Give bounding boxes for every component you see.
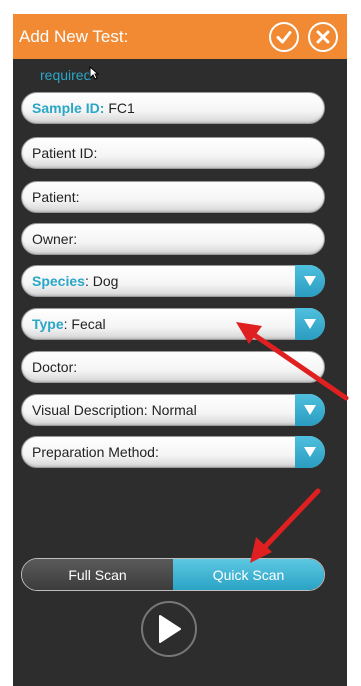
species-select[interactable]: Species : Dog [21,265,325,297]
species-label: Species [32,273,85,289]
type-value: : Fecal [63,316,106,332]
sample-id-value: FC1 [108,100,135,116]
visual-description-dropdown-button[interactable] [295,394,325,426]
start-scan-button[interactable] [141,601,197,657]
visual-description-label: Visual Description: Normal [32,402,197,418]
doctor-label: Doctor: [32,359,78,375]
patient-id-field[interactable]: Patient ID: [21,137,325,169]
sample-id-field[interactable]: Sample ID: FC1 [21,92,325,124]
visual-description-select[interactable]: Visual Description: Normal [21,394,325,426]
preparation-method-dropdown-button[interactable] [295,436,325,468]
patient-field[interactable]: Patient: [21,181,325,213]
add-test-panel: Add New Test: required Sample ID: FC1 Pa… [13,14,347,686]
required-note: required [40,67,92,83]
dialog-header: Add New Test: [13,14,347,59]
dialog-title: Add New Test: [19,26,129,46]
species-value: : Dog [84,273,119,289]
preparation-method-label: Preparation Method: [32,444,159,460]
type-dropdown-button[interactable] [295,308,325,340]
chevron-down-icon [304,319,316,329]
owner-label: Owner: [32,231,78,247]
type-label: Type [32,316,64,332]
owner-field[interactable]: Owner: [21,223,325,255]
preparation-method-select[interactable]: Preparation Method: [21,436,325,468]
patient-id-label: Patient ID: [32,145,98,161]
checkmark-icon [276,30,292,43]
species-dropdown-button[interactable] [295,265,325,297]
patient-label: Patient: [32,189,80,205]
doctor-field[interactable]: Doctor: [21,351,325,383]
mouse-cursor-icon [89,66,99,80]
chevron-down-icon [304,276,316,286]
confirm-button[interactable] [269,21,299,52]
play-icon [159,615,181,643]
chevron-down-icon [304,405,316,415]
type-select[interactable]: Type : Fecal [21,308,325,340]
chevron-down-icon [304,447,316,457]
quick-scan-button[interactable]: Quick Scan [173,559,324,590]
full-scan-button[interactable]: Full Scan [22,559,173,590]
scan-mode-toggle: Full Scan Quick Scan [21,558,325,591]
close-icon [316,30,330,43]
sample-id-label: Sample ID: [32,100,105,116]
close-button[interactable] [308,21,338,52]
